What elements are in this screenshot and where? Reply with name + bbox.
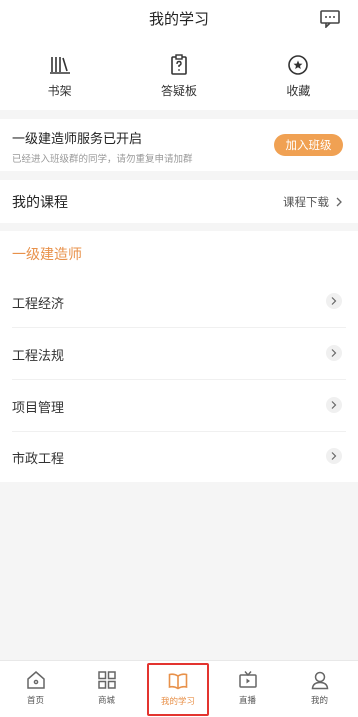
my-courses-row[interactable]: 我的课程 课程下载 xyxy=(0,180,358,223)
user-icon xyxy=(311,671,328,690)
tab-my-study[interactable]: 我的学习 xyxy=(147,663,209,716)
course-download-label: 课程下载 xyxy=(283,195,329,209)
list-item[interactable]: 项目管理 xyxy=(12,380,346,432)
course-name: 工程法规 xyxy=(12,349,65,364)
bookshelf-label: 书架 xyxy=(47,84,72,98)
tab-live[interactable]: 直播 xyxy=(212,661,283,717)
course-download-link[interactable]: 课程下载 xyxy=(283,194,342,210)
tab-mine-label: 我的 xyxy=(310,696,328,706)
chevron-right-icon xyxy=(326,397,342,413)
quick-actions: 书架 答疑板 收藏 xyxy=(0,38,358,110)
chevron-right-icon xyxy=(326,448,342,464)
message-icon[interactable] xyxy=(320,10,340,28)
tab-home[interactable]: 首页 xyxy=(0,661,71,717)
class-service-notice: 一级建造师服务已开启 已经进入班级群的同学，请勿重复申请加群 加入班级 xyxy=(0,119,358,171)
tab-mine[interactable]: 我的 xyxy=(284,661,355,717)
bottom-tab-bar: 首页 商城 我的学习 直播 我的 xyxy=(0,660,358,717)
favorites-label: 收藏 xyxy=(286,84,311,98)
grid-icon xyxy=(97,671,116,689)
bookshelf-button[interactable]: 书架 xyxy=(0,38,119,110)
notice-subtitle: 已经进入班级群的同学，请勿重复申请加群 xyxy=(12,154,193,165)
tab-mall[interactable]: 商城 xyxy=(71,661,142,717)
qa-board-label: 答疑板 xyxy=(160,84,197,98)
chevron-right-icon xyxy=(326,345,342,361)
list-item[interactable]: 工程法规 xyxy=(12,328,346,380)
list-item[interactable]: 市政工程 xyxy=(12,431,346,483)
top-header: 我的学习 xyxy=(0,0,358,38)
tv-icon xyxy=(238,671,257,688)
qa-board-icon xyxy=(171,54,187,75)
tab-my-study-label: 我的学习 xyxy=(160,697,195,707)
favorite-star-icon xyxy=(288,55,309,75)
section-title: 一级建造师 xyxy=(12,247,82,263)
home-icon xyxy=(26,671,45,689)
list-item[interactable]: 工程经济 xyxy=(12,276,346,328)
course-list: 一级建造师 工程经济 工程法规 项目管理 市政工程 xyxy=(0,231,358,482)
chevron-right-icon xyxy=(336,197,342,207)
my-courses-label: 我的课程 xyxy=(12,195,68,211)
page-title: 我的学习 xyxy=(148,10,209,28)
favorites-button[interactable]: 收藏 xyxy=(239,38,358,110)
course-name: 项目管理 xyxy=(12,401,65,416)
notice-title: 一级建造师服务已开启 xyxy=(12,132,143,147)
chevron-right-icon xyxy=(326,293,342,309)
course-name: 市政工程 xyxy=(12,452,65,467)
tab-mall-label: 商城 xyxy=(97,696,115,706)
tab-home-label: 首页 xyxy=(26,696,44,706)
qa-board-button[interactable]: 答疑板 xyxy=(119,38,238,110)
bookshelf-icon xyxy=(49,57,70,74)
open-book-icon xyxy=(168,673,188,690)
course-name: 工程经济 xyxy=(12,297,65,312)
tab-live-label: 直播 xyxy=(238,696,256,706)
join-class-button[interactable]: 加入班级 xyxy=(274,134,343,156)
